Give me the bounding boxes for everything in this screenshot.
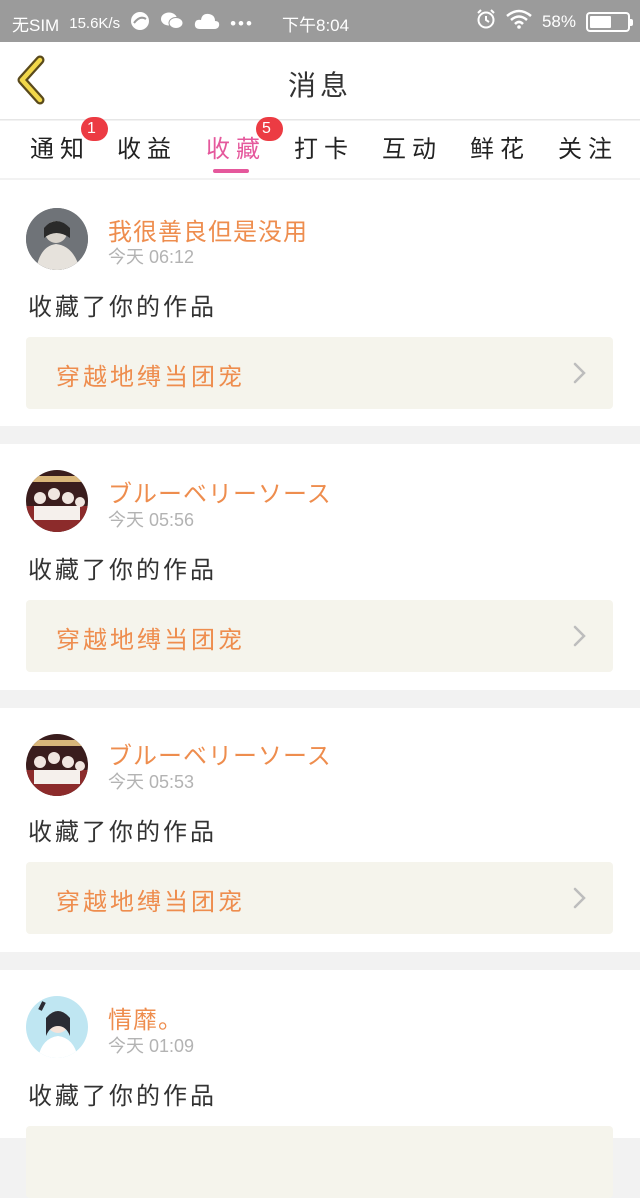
tab-flowers[interactable]: 鲜花 — [470, 129, 530, 164]
work-link[interactable] — [26, 1126, 613, 1198]
work-title: 穿越地缚当团宠 — [56, 363, 245, 391]
battery-percent: 58% — [541, 11, 576, 31]
action-text: 收藏了你的作品 — [28, 293, 217, 321]
tab-label: 鲜花 — [470, 135, 530, 163]
clock: 下午8:04 — [282, 16, 350, 35]
work-link[interactable]: 穿越地缚当团宠 — [26, 337, 613, 409]
action-text: 收藏了你的作品 — [28, 818, 217, 846]
battery-fill — [590, 15, 611, 28]
timestamp: 今天 06:12 — [108, 247, 195, 267]
user-name[interactable]: 情靡。 — [108, 1000, 183, 1035]
timestamp: 今天 05:53 — [108, 772, 195, 792]
chevron-right-icon — [573, 887, 586, 909]
unread-badge: 1 — [81, 117, 108, 141]
work-title: 穿越地缚当团宠 — [56, 888, 245, 916]
tab-following[interactable]: 关注 — [558, 129, 618, 164]
tab-label: 收藏 — [206, 135, 266, 163]
tab-label: 关注 — [558, 135, 618, 163]
user-name[interactable]: ブルーベリーソース — [108, 474, 332, 509]
status-bar: 无SIM 15.6K/s ••• 下午8:04 58% — [0, 0, 640, 42]
avatar[interactable] — [26, 470, 88, 532]
work-title: 穿越地缚当团宠 — [56, 626, 245, 654]
wifi-icon — [506, 9, 532, 34]
battery-icon — [586, 11, 633, 32]
tab-notifications[interactable]: 通知 1 — [30, 117, 108, 164]
chevron-right-icon — [573, 362, 586, 384]
browser-icon — [130, 11, 150, 36]
timestamp: 今天 05:56 — [108, 510, 195, 530]
list-item: 情靡。 今天 01:09 收藏了你的作品 — [0, 970, 640, 1198]
tab-label: 打卡 — [294, 135, 354, 163]
avatar[interactable] — [26, 734, 88, 796]
more-notifications-icon: ••• — [230, 13, 254, 33]
carrier-text: 无SIM — [12, 16, 60, 35]
cloud-icon — [194, 12, 220, 35]
network-speed: 15.6K/s — [69, 15, 121, 32]
header: 消息 — [0, 42, 640, 120]
user-name[interactable]: 我很善良但是没用 — [108, 212, 308, 247]
work-link[interactable]: 穿越地缚当团宠 — [26, 862, 613, 934]
chevron-right-icon — [573, 625, 586, 647]
tab-earnings[interactable]: 收益 — [117, 129, 177, 164]
alarm-icon — [476, 9, 496, 34]
page-title: 消息 — [287, 69, 352, 102]
user-name[interactable]: ブルーベリーソース — [108, 736, 332, 771]
list-item: ブルーベリーソース 今天 05:53 收藏了你的作品 穿越地缚当团宠 — [0, 708, 640, 952]
action-text: 收藏了你的作品 — [28, 556, 217, 584]
action-text: 收藏了你的作品 — [28, 1082, 217, 1110]
tab-interaction[interactable]: 互动 — [382, 129, 442, 164]
avatar[interactable] — [26, 996, 88, 1058]
tab-favorites[interactable]: 收藏 5 — [206, 117, 283, 164]
unread-badge: 5 — [256, 117, 283, 141]
tab-checkin[interactable]: 打卡 — [294, 129, 354, 164]
tab-label: 通知 — [30, 135, 90, 163]
tab-bar: 通知 1 收益 收藏 5 打卡 互动 鲜花 关注 — [0, 117, 640, 178]
timestamp: 今天 01:09 — [108, 1036, 195, 1056]
wechat-icon — [160, 11, 184, 36]
avatar[interactable] — [26, 208, 88, 270]
work-link[interactable]: 穿越地缚当团宠 — [26, 600, 613, 672]
active-tab-indicator — [213, 169, 249, 173]
list-item: ブルーベリーソース 今天 05:56 收藏了你的作品 穿越地缚当团宠 — [0, 444, 640, 690]
tab-label: 收益 — [117, 135, 177, 163]
tab-label: 互动 — [382, 135, 442, 163]
list-item: 我很善良但是没用 今天 06:12 收藏了你的作品 穿越地缚当团宠 — [0, 180, 640, 426]
